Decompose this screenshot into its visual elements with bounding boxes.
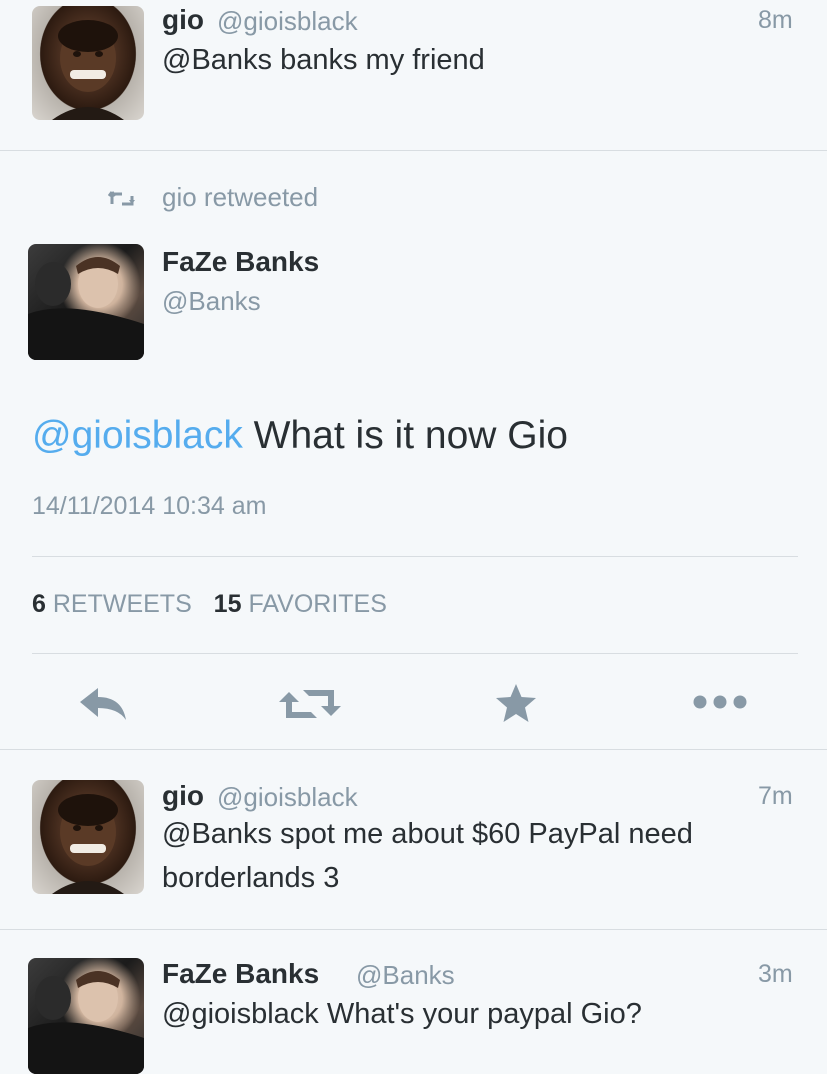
author-handle[interactable]: @Banks: [356, 960, 455, 991]
tweet-text: @Banks banks my friend: [162, 44, 485, 76]
divider: [0, 150, 827, 151]
tweet-timestamp: 14/11/2014 10:34 am: [32, 492, 267, 520]
tweet-text: @gioisblack What's your paypal Gio?: [162, 998, 642, 1030]
tweet-time: 7m: [758, 782, 793, 810]
retweets-label[interactable]: RETWEETS: [53, 590, 192, 618]
author-name[interactable]: FaZe Banks: [162, 246, 319, 278]
avatar[interactable]: [32, 780, 144, 894]
avatar[interactable]: [28, 244, 144, 360]
avatar-face: [52, 794, 124, 894]
avatar[interactable]: [28, 958, 144, 1074]
divider: [0, 749, 827, 750]
star-icon[interactable]: [494, 682, 538, 724]
avatar-face: [28, 257, 144, 360]
more-icon[interactable]: [692, 694, 748, 710]
author-name[interactable]: gio: [162, 780, 204, 812]
tweet-time: 8m: [758, 6, 793, 34]
retweet-icon[interactable]: [277, 686, 343, 722]
divider: [0, 929, 827, 930]
favorites-label[interactable]: FAVORITES: [248, 590, 386, 618]
divider: [32, 556, 798, 557]
tweet-text-line1: @Banks spot me about $60 PayPal need: [162, 818, 693, 850]
retweet-icon: [108, 191, 135, 206]
tweet-text-body: What is it now Gio: [242, 414, 568, 457]
reply-icon[interactable]: [78, 686, 130, 722]
author-handle[interactable]: @gioisblack: [217, 6, 358, 37]
tweet-text: @gioisblack What is it now Gio: [32, 414, 568, 458]
mention-link[interactable]: @gioisblack: [32, 414, 243, 457]
author-handle[interactable]: @Banks: [162, 286, 261, 317]
author-handle[interactable]: @gioisblack: [217, 782, 358, 813]
author-name[interactable]: FaZe Banks: [162, 958, 319, 990]
avatar[interactable]: [32, 6, 144, 120]
divider: [32, 653, 798, 654]
avatar-face: [52, 20, 124, 120]
author-name[interactable]: gio: [162, 4, 204, 36]
favorites-count[interactable]: 15: [214, 590, 242, 618]
retweeted-label: gio retweeted: [162, 182, 319, 212]
tweet-time: 3m: [758, 960, 793, 988]
avatar-face: [28, 971, 144, 1074]
tweet-stats: 6 RETWEETS 15 FAVORITES: [32, 590, 387, 619]
tweet-text-line2: borderlands 3: [162, 862, 340, 894]
retweets-count[interactable]: 6: [32, 590, 46, 618]
